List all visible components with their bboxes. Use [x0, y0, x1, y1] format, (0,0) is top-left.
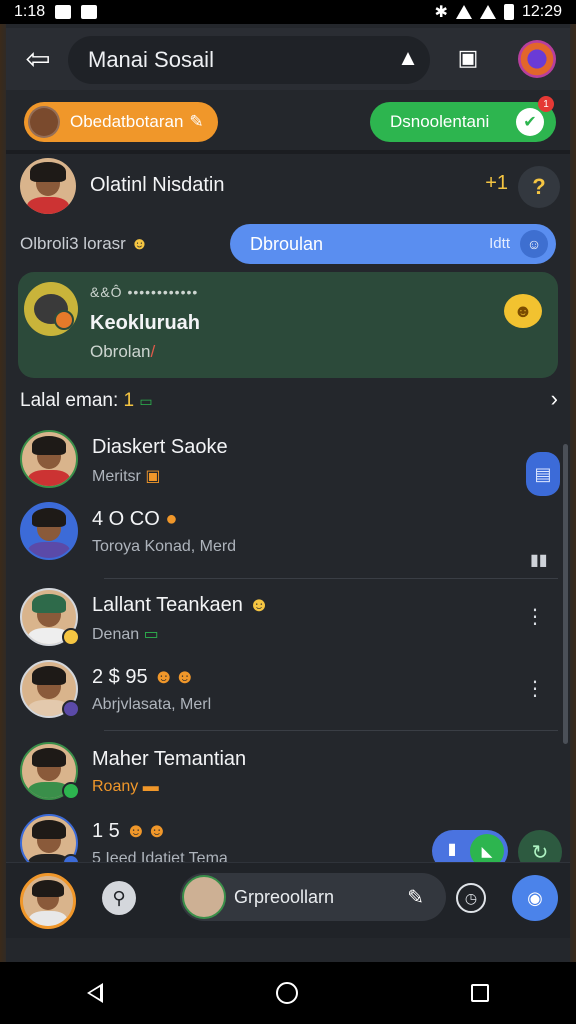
card-subtitle: Obrolan/: [90, 342, 156, 361]
sticker-icon[interactable]: ▤: [526, 452, 560, 496]
page-title: Manai Sosail: [88, 47, 214, 72]
contact-name: Olatinl Nisdatin: [90, 174, 225, 196]
orange-chip-label: Obedatbotaran: [70, 112, 184, 131]
app-bar: ⇦ Manai Sosail ▲ ▣: [6, 28, 570, 90]
search-tail: Idtt: [489, 235, 510, 252]
contact-avatar: [182, 875, 226, 919]
vibrate-icon: ✱: [434, 4, 448, 21]
search-value: Dbroulan: [250, 233, 324, 254]
status-dot: [62, 628, 80, 646]
refresh-icon: ↻: [531, 841, 549, 864]
card-title: Keokluruah: [90, 312, 201, 334]
image-icon[interactable]: ▣: [450, 40, 486, 76]
avatar: [20, 430, 78, 488]
pencil-icon: ✎: [189, 112, 204, 131]
brush-icon[interactable]: ✎: [407, 885, 424, 910]
status-time-left: 1:18: [14, 3, 46, 20]
list-item[interactable]: 4 O CO ● Toroya Konad, Merd: [18, 496, 558, 566]
nav-back-icon[interactable]: [86, 983, 103, 1003]
item-name: 2 $ 95 ☻☻: [92, 666, 196, 688]
profile-avatar[interactable]: [518, 40, 556, 78]
status-time-right: 12:29: [521, 3, 562, 20]
smiley-icon[interactable]: ☻: [504, 294, 542, 328]
item-name: Diaskert Saoke: [92, 436, 228, 458]
top-contact[interactable]: Olatinl Nisdatin +1 ?: [20, 154, 560, 220]
item-sub: Abrjvlasata, Merl: [92, 696, 212, 713]
pin-icon: ⚲: [112, 887, 126, 908]
item-name: 1 5 ☻☻: [92, 820, 168, 842]
list-item[interactable]: Maher Temantian Roany ▬: [18, 736, 558, 806]
more-icon[interactable]: ⋮: [525, 676, 545, 701]
item-sub: Toroya Konad, Merd: [92, 538, 237, 555]
system-nav-bar: [0, 962, 576, 1024]
search-input[interactable]: Dbroulan Idtt ☺: [230, 224, 556, 264]
notification-icon: [81, 5, 98, 19]
bottom-bar: ⚲ Grpreoollarn ✎ ◷ ◉: [6, 862, 570, 938]
status-dot: [62, 782, 80, 800]
back-arrow-icon: ⇦: [25, 42, 51, 76]
avatar: [20, 158, 76, 214]
scrollbar[interactable]: [563, 444, 568, 744]
status-bar: 1:18 ✱ 12:29: [0, 0, 576, 24]
notification-badge: 1: [538, 96, 554, 112]
target-icon: ◉: [527, 887, 543, 908]
message-label: Grpreoollarn: [234, 886, 335, 907]
battery-icon: [503, 4, 514, 20]
item-name: 4 O CO ●: [92, 508, 178, 530]
divider: [104, 578, 558, 579]
item-sub: Meritsr ▣: [92, 468, 161, 485]
nav-home-icon[interactable]: [275, 982, 298, 1004]
chip-row: Obedatbotaran ✎ Dsnoolentani ✔ 1: [20, 96, 560, 146]
more-icon[interactable]: ⋮: [525, 604, 545, 629]
item-sub: Roany ▬: [92, 778, 159, 795]
nav-recents-icon[interactable]: [471, 984, 490, 1002]
card-meta: &&Ô ••••••••••••: [90, 284, 199, 300]
item-sub: Denan ▭: [92, 626, 159, 643]
history-icon[interactable]: ◷: [456, 883, 486, 913]
featured-card[interactable]: &&Ô •••••••••••• Keokluruah Obrolan/ ☻: [18, 272, 558, 378]
filter-label: Olbroli3 lorasr ☻: [20, 234, 149, 253]
filter-row: Olbroli3 lorasr ☻ Dbroulan Idtt ☺: [20, 222, 560, 266]
contact-list: Diaskert Saoke Meritsr ▣ 4 O CO ● Toroya…: [18, 424, 558, 884]
avatar: [23, 876, 73, 926]
item-name: Maher Temantian: [92, 748, 247, 770]
signal-icon: [479, 5, 496, 19]
status-badge: [54, 310, 74, 330]
smile-icon: ☻: [130, 234, 149, 253]
avatar: [20, 502, 78, 560]
section-label: Lalal eman: 1 ▭: [20, 390, 153, 411]
count-badge: +1: [485, 172, 508, 194]
section-header[interactable]: Lalal eman: 1 ▭ ›: [20, 386, 560, 416]
chevron-right-icon[interactable]: ›: [551, 386, 558, 412]
delete-icon[interactable]: ▮: [440, 839, 464, 863]
divider: [104, 730, 558, 731]
chat-icon: ▭: [139, 393, 153, 409]
green-chip-label: Dsnoolentani: [390, 112, 490, 131]
app-window: ⇦ Manai Sosail ▲ ▣ Obedatbotaran ✎ Dsnoo…: [0, 24, 576, 962]
help-button[interactable]: ?: [518, 166, 560, 208]
main-panel: ⇦ Manai Sosail ▲ ▣ Obedatbotaran ✎ Dsnoo…: [6, 24, 570, 962]
back-button[interactable]: ⇦: [16, 37, 60, 81]
orange-chip[interactable]: Obedatbotaran ✎: [24, 102, 218, 142]
green-chip[interactable]: Dsnoolentani ✔ 1: [370, 96, 556, 142]
title-field[interactable]: Manai Sosail: [68, 36, 430, 84]
item-name: Lallant Teankaen ☻: [92, 594, 270, 616]
message-input[interactable]: Grpreoollarn ✎: [180, 873, 446, 921]
compose-button[interactable]: ◉: [512, 875, 558, 921]
send-icon[interactable]: ▲: [390, 40, 426, 76]
pin-button[interactable]: ⚲: [102, 881, 136, 915]
wifi-icon: [455, 5, 472, 19]
status-dot: [62, 700, 80, 718]
user-avatar[interactable]: [20, 873, 76, 929]
list-item[interactable]: Lallant Teankaen ☻ Denan ▭ ⋮: [18, 582, 558, 652]
chat-icon: ✔: [516, 108, 544, 136]
chip-avatar: [28, 106, 60, 138]
list-item[interactable]: Diaskert Saoke Meritsr ▣: [18, 424, 558, 494]
notification-icon: [55, 5, 72, 19]
bar-chart-icon[interactable]: ▮▮: [530, 550, 548, 570]
emoji-icon[interactable]: ☺: [520, 230, 548, 258]
list-item[interactable]: 2 $ 95 ☻☻ Abrjvlasata, Merl ⋮: [18, 654, 558, 724]
